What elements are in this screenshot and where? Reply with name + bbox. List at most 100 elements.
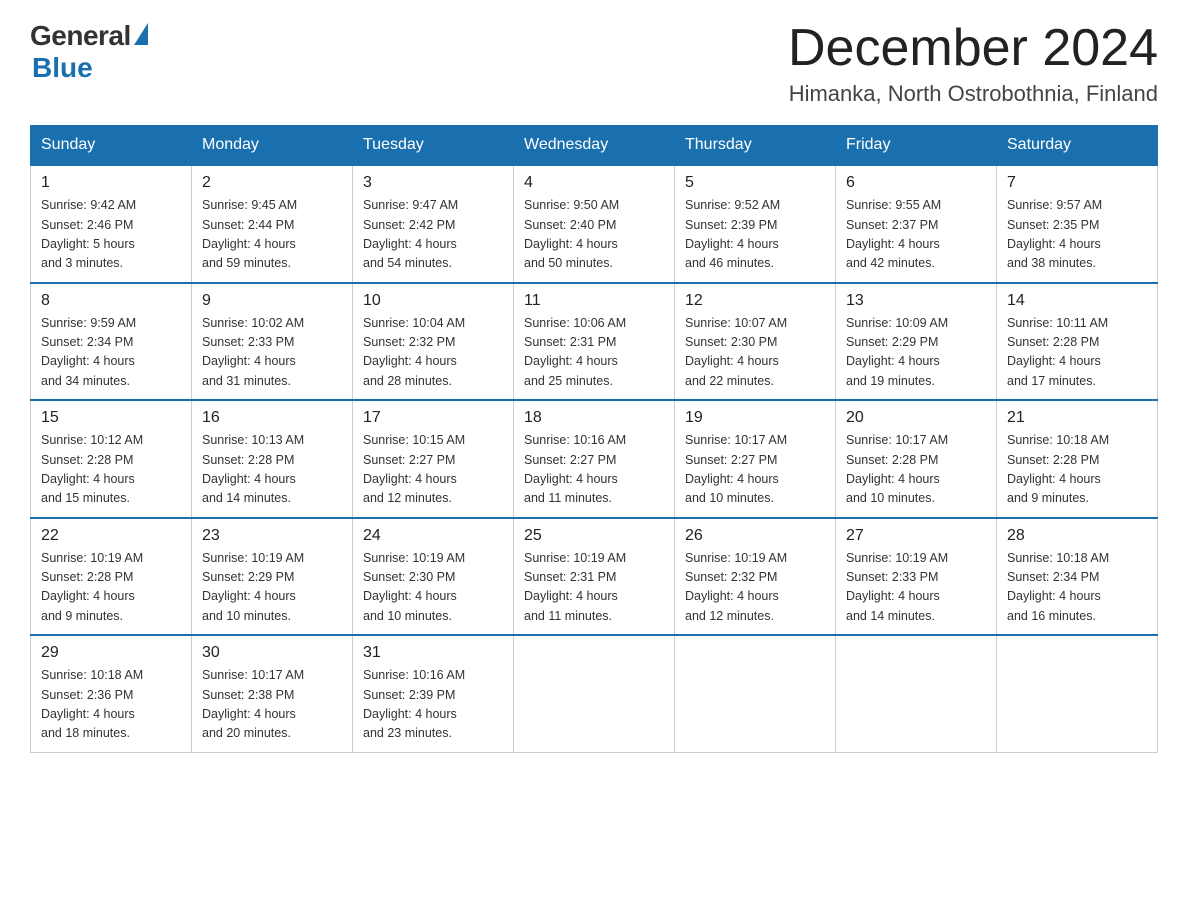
day-info: Sunrise: 10:19 AMSunset: 2:30 PMDaylight… <box>363 551 465 623</box>
calendar-cell: 23 Sunrise: 10:19 AMSunset: 2:29 PMDayli… <box>192 518 353 636</box>
day-info: Sunrise: 10:18 AMSunset: 2:36 PMDaylight… <box>41 668 143 740</box>
day-number: 27 <box>846 527 986 545</box>
calendar-cell: 18 Sunrise: 10:16 AMSunset: 2:27 PMDayli… <box>514 400 675 518</box>
day-info: Sunrise: 9:42 AMSunset: 2:46 PMDaylight:… <box>41 198 136 270</box>
weekday-header-wednesday: Wednesday <box>514 126 675 166</box>
calendar-week-row: 29 Sunrise: 10:18 AMSunset: 2:36 PMDayli… <box>31 635 1158 752</box>
day-info: Sunrise: 10:19 AMSunset: 2:33 PMDaylight… <box>846 551 948 623</box>
calendar-cell <box>514 635 675 752</box>
day-number: 15 <box>41 409 181 427</box>
calendar-cell: 20 Sunrise: 10:17 AMSunset: 2:28 PMDayli… <box>836 400 997 518</box>
calendar-table: SundayMondayTuesdayWednesdayThursdayFrid… <box>30 125 1158 753</box>
calendar-cell: 9 Sunrise: 10:02 AMSunset: 2:33 PMDaylig… <box>192 283 353 401</box>
calendar-cell: 19 Sunrise: 10:17 AMSunset: 2:27 PMDayli… <box>675 400 836 518</box>
location-title: Himanka, North Ostrobothnia, Finland <box>788 81 1158 107</box>
calendar-cell: 30 Sunrise: 10:17 AMSunset: 2:38 PMDayli… <box>192 635 353 752</box>
weekday-header-tuesday: Tuesday <box>353 126 514 166</box>
day-info: Sunrise: 10:09 AMSunset: 2:29 PMDaylight… <box>846 316 948 388</box>
day-number: 24 <box>363 527 503 545</box>
calendar-cell: 13 Sunrise: 10:09 AMSunset: 2:29 PMDayli… <box>836 283 997 401</box>
day-number: 6 <box>846 174 986 192</box>
logo: General Blue <box>30 20 148 84</box>
weekday-header-friday: Friday <box>836 126 997 166</box>
weekday-header-monday: Monday <box>192 126 353 166</box>
logo-blue-text: Blue <box>32 52 93 84</box>
day-number: 21 <box>1007 409 1147 427</box>
day-info: Sunrise: 10:04 AMSunset: 2:32 PMDaylight… <box>363 316 465 388</box>
calendar-cell: 10 Sunrise: 10:04 AMSunset: 2:32 PMDayli… <box>353 283 514 401</box>
day-info: Sunrise: 10:16 AMSunset: 2:27 PMDaylight… <box>524 433 626 505</box>
calendar-cell: 21 Sunrise: 10:18 AMSunset: 2:28 PMDayli… <box>997 400 1158 518</box>
day-number: 8 <box>41 292 181 310</box>
day-number: 2 <box>202 174 342 192</box>
calendar-cell: 22 Sunrise: 10:19 AMSunset: 2:28 PMDayli… <box>31 518 192 636</box>
day-number: 4 <box>524 174 664 192</box>
day-number: 3 <box>363 174 503 192</box>
calendar-cell: 2 Sunrise: 9:45 AMSunset: 2:44 PMDayligh… <box>192 165 353 283</box>
logo-general-text: General <box>30 20 131 52</box>
calendar-cell: 15 Sunrise: 10:12 AMSunset: 2:28 PMDayli… <box>31 400 192 518</box>
calendar-cell <box>675 635 836 752</box>
day-info: Sunrise: 10:13 AMSunset: 2:28 PMDaylight… <box>202 433 304 505</box>
calendar-cell: 26 Sunrise: 10:19 AMSunset: 2:32 PMDayli… <box>675 518 836 636</box>
calendar-cell: 16 Sunrise: 10:13 AMSunset: 2:28 PMDayli… <box>192 400 353 518</box>
calendar-cell: 25 Sunrise: 10:19 AMSunset: 2:31 PMDayli… <box>514 518 675 636</box>
calendar-cell: 6 Sunrise: 9:55 AMSunset: 2:37 PMDayligh… <box>836 165 997 283</box>
calendar-cell: 17 Sunrise: 10:15 AMSunset: 2:27 PMDayli… <box>353 400 514 518</box>
day-info: Sunrise: 10:19 AMSunset: 2:28 PMDaylight… <box>41 551 143 623</box>
day-info: Sunrise: 10:18 AMSunset: 2:34 PMDaylight… <box>1007 551 1109 623</box>
weekday-header-sunday: Sunday <box>31 126 192 166</box>
day-info: Sunrise: 10:16 AMSunset: 2:39 PMDaylight… <box>363 668 465 740</box>
month-title: December 2024 <box>788 20 1158 77</box>
day-info: Sunrise: 10:19 AMSunset: 2:31 PMDaylight… <box>524 551 626 623</box>
day-info: Sunrise: 9:45 AMSunset: 2:44 PMDaylight:… <box>202 198 297 270</box>
calendar-cell: 14 Sunrise: 10:11 AMSunset: 2:28 PMDayli… <box>997 283 1158 401</box>
calendar-cell: 1 Sunrise: 9:42 AMSunset: 2:46 PMDayligh… <box>31 165 192 283</box>
calendar-cell: 27 Sunrise: 10:19 AMSunset: 2:33 PMDayli… <box>836 518 997 636</box>
calendar-cell: 11 Sunrise: 10:06 AMSunset: 2:31 PMDayli… <box>514 283 675 401</box>
header: General Blue December 2024 Himanka, Nort… <box>30 20 1158 107</box>
day-info: Sunrise: 9:50 AMSunset: 2:40 PMDaylight:… <box>524 198 619 270</box>
day-number: 18 <box>524 409 664 427</box>
day-number: 1 <box>41 174 181 192</box>
day-info: Sunrise: 9:55 AMSunset: 2:37 PMDaylight:… <box>846 198 941 270</box>
day-info: Sunrise: 10:12 AMSunset: 2:28 PMDaylight… <box>41 433 143 505</box>
day-number: 31 <box>363 644 503 662</box>
day-info: Sunrise: 9:47 AMSunset: 2:42 PMDaylight:… <box>363 198 458 270</box>
day-number: 20 <box>846 409 986 427</box>
calendar-cell: 24 Sunrise: 10:19 AMSunset: 2:30 PMDayli… <box>353 518 514 636</box>
day-info: Sunrise: 10:11 AMSunset: 2:28 PMDaylight… <box>1007 316 1108 388</box>
weekday-header-thursday: Thursday <box>675 126 836 166</box>
day-info: Sunrise: 10:15 AMSunset: 2:27 PMDaylight… <box>363 433 465 505</box>
day-number: 19 <box>685 409 825 427</box>
day-number: 17 <box>363 409 503 427</box>
day-number: 23 <box>202 527 342 545</box>
calendar-cell: 8 Sunrise: 9:59 AMSunset: 2:34 PMDayligh… <box>31 283 192 401</box>
calendar-week-row: 22 Sunrise: 10:19 AMSunset: 2:28 PMDayli… <box>31 518 1158 636</box>
calendar-cell: 31 Sunrise: 10:16 AMSunset: 2:39 PMDayli… <box>353 635 514 752</box>
day-info: Sunrise: 10:17 AMSunset: 2:28 PMDaylight… <box>846 433 948 505</box>
day-info: Sunrise: 10:19 AMSunset: 2:32 PMDaylight… <box>685 551 787 623</box>
day-info: Sunrise: 9:52 AMSunset: 2:39 PMDaylight:… <box>685 198 780 270</box>
weekday-header-row: SundayMondayTuesdayWednesdayThursdayFrid… <box>31 126 1158 166</box>
calendar-week-row: 1 Sunrise: 9:42 AMSunset: 2:46 PMDayligh… <box>31 165 1158 283</box>
day-number: 12 <box>685 292 825 310</box>
day-number: 7 <box>1007 174 1147 192</box>
calendar-cell: 29 Sunrise: 10:18 AMSunset: 2:36 PMDayli… <box>31 635 192 752</box>
logo-triangle-icon <box>134 23 148 45</box>
calendar-cell: 28 Sunrise: 10:18 AMSunset: 2:34 PMDayli… <box>997 518 1158 636</box>
calendar-cell: 5 Sunrise: 9:52 AMSunset: 2:39 PMDayligh… <box>675 165 836 283</box>
day-info: Sunrise: 10:18 AMSunset: 2:28 PMDaylight… <box>1007 433 1109 505</box>
day-number: 14 <box>1007 292 1147 310</box>
calendar-cell <box>997 635 1158 752</box>
day-info: Sunrise: 10:19 AMSunset: 2:29 PMDaylight… <box>202 551 304 623</box>
day-number: 9 <box>202 292 342 310</box>
calendar-cell: 3 Sunrise: 9:47 AMSunset: 2:42 PMDayligh… <box>353 165 514 283</box>
calendar-cell <box>836 635 997 752</box>
day-number: 25 <box>524 527 664 545</box>
day-number: 11 <box>524 292 664 310</box>
day-number: 29 <box>41 644 181 662</box>
day-number: 5 <box>685 174 825 192</box>
calendar-cell: 7 Sunrise: 9:57 AMSunset: 2:35 PMDayligh… <box>997 165 1158 283</box>
calendar-cell: 12 Sunrise: 10:07 AMSunset: 2:30 PMDayli… <box>675 283 836 401</box>
